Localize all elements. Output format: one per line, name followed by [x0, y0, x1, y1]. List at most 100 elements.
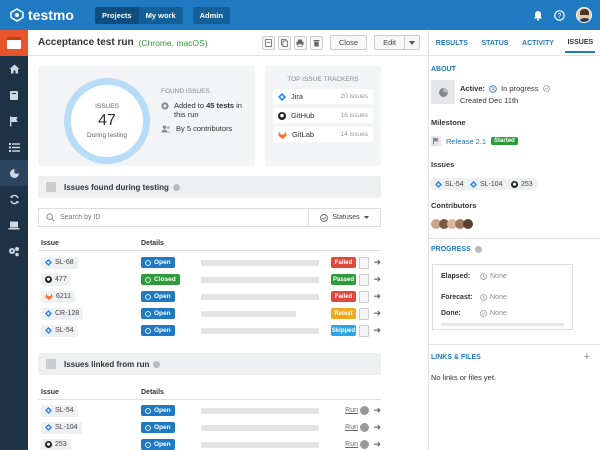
sidebar-project-icon[interactable] — [0, 30, 28, 56]
tab-issues[interactable]: ISSUES — [565, 34, 596, 53]
issue-chip[interactable]: SL-54 — [41, 324, 78, 337]
sidebar-item-runs[interactable] — [0, 134, 28, 160]
test-document-icon[interactable] — [359, 324, 369, 337]
arrow-right-icon[interactable]: ➜ — [373, 439, 381, 450]
tab-activity[interactable]: ACTIVITY — [520, 35, 556, 52]
tracker-row-gitlab[interactable]: GitLab 14 issues — [273, 127, 373, 142]
progress-box: Elapsed: None Forecast: None Done: None — [432, 264, 573, 330]
sidebar-item-milestones[interactable] — [0, 108, 28, 134]
run-link[interactable]: Run — [345, 407, 358, 414]
svg-text:?: ? — [558, 13, 562, 20]
test-document-icon[interactable] — [359, 273, 369, 286]
arrow-right-icon[interactable]: ➜ — [373, 325, 381, 336]
copy-icon — [280, 38, 288, 47]
sidebar-item-sessions[interactable] — [0, 212, 28, 238]
info-icon[interactable] — [153, 360, 161, 368]
issue-chip[interactable]: SL-54 — [41, 404, 78, 417]
progress-heading: PROGRESS — [431, 246, 482, 253]
nav-admin-button[interactable]: Admin — [192, 6, 230, 24]
linked-issue-row[interactable]: 253 Open Run ➜ — [38, 437, 381, 450]
issue-chip[interactable]: 6211 — [41, 290, 76, 303]
issue-chip[interactable]: CR-128 — [41, 307, 84, 320]
info-icon[interactable] — [474, 246, 482, 253]
search-input[interactable] — [60, 210, 340, 225]
arrow-right-icon[interactable]: ➜ — [373, 405, 381, 416]
statuses-filter[interactable]: Statuses — [308, 209, 380, 226]
issue-status-badge: Open — [141, 439, 175, 450]
tracker-row-jira[interactable]: Jira 20 issues — [273, 89, 373, 104]
milestone-link[interactable]: Release 2.1 — [446, 137, 486, 146]
found-issue-row[interactable]: SL-54 Open Skipped ➜ — [38, 323, 381, 338]
bell-icon[interactable] — [533, 10, 543, 21]
test-document-icon[interactable] — [359, 256, 369, 269]
milestone-row: Release 2.1 Started — [431, 136, 518, 146]
nav-projects-button[interactable]: Projects — [95, 6, 139, 24]
test-document-icon[interactable] — [359, 290, 369, 303]
side-issue-chip[interactable]: SL-104 — [466, 178, 507, 190]
linked-issue-row[interactable]: SL-54 Open Run ➜ — [38, 403, 381, 418]
found-issue-row[interactable]: SL-68 Open Failed ➜ — [38, 255, 381, 270]
sidebar-item-repository[interactable] — [0, 82, 28, 108]
found-issue-row[interactable]: 477 Closed Passed ➜ — [38, 272, 381, 287]
tab-status[interactable]: STATUS — [480, 35, 511, 52]
tracker-row-github[interactable]: GitHub 16 issues — [273, 108, 373, 123]
side-issue-id: 253 — [521, 180, 533, 188]
edit-dropdown-button[interactable] — [404, 35, 420, 50]
links-heading: LINKS & FILES — [431, 354, 481, 361]
run-link[interactable]: Run — [345, 441, 358, 448]
linked-issues-section-header: Issues linked from run — [38, 353, 381, 375]
found-issue-row[interactable]: 6211 Open Failed ➜ — [38, 289, 381, 304]
side-issue-chip[interactable]: SL-54 — [431, 178, 468, 190]
sidebar-item-home[interactable] — [0, 56, 28, 82]
arrow-right-icon[interactable]: ➜ — [373, 291, 381, 302]
issue-chip[interactable]: SL-68 — [41, 256, 78, 269]
col-issue: Issue — [41, 389, 59, 396]
result-badge: Passed — [331, 274, 356, 285]
issue-id: SL-54 — [55, 407, 74, 414]
delete-button[interactable] — [309, 35, 323, 50]
page-subtitle: (Chrome, macOS) — [138, 37, 208, 48]
contributors-label: Contributors — [431, 201, 477, 210]
arrow-right-icon[interactable]: ➜ — [373, 422, 381, 433]
document-icon — [264, 38, 272, 47]
help-icon[interactable]: ? — [554, 9, 565, 21]
arrow-right-icon[interactable]: ➜ — [373, 274, 381, 285]
contributor-avatar[interactable] — [463, 219, 473, 229]
user-avatar[interactable] — [576, 7, 592, 23]
issue-chip[interactable]: 253 — [41, 438, 71, 450]
sidebar-item-settings[interactable] — [0, 238, 28, 264]
added-suffix2: this run — [174, 110, 199, 119]
tab-results[interactable]: RESULTS — [434, 35, 470, 52]
run-link[interactable]: Run — [345, 424, 358, 431]
issues-label: Issues — [431, 160, 455, 169]
issue-status-badge: Open — [141, 405, 175, 416]
report-button[interactable] — [261, 35, 275, 50]
arrow-right-icon[interactable]: ➜ — [373, 257, 381, 268]
copy-button[interactable] — [277, 35, 291, 50]
issue-status-badge: Open — [141, 325, 175, 336]
printer-icon — [296, 39, 304, 47]
tracker-count: 14 issues — [340, 131, 368, 138]
trash-icon — [313, 39, 320, 46]
edit-button[interactable]: Edit — [374, 35, 404, 50]
nav-mywork-button[interactable]: My work — [139, 7, 183, 24]
sidebar-item-reports[interactable] — [0, 160, 28, 186]
info-icon[interactable] — [172, 183, 180, 191]
brand-logo[interactable]: testmo — [10, 7, 85, 23]
arrow-right-icon[interactable]: ➜ — [373, 308, 381, 319]
print-button[interactable] — [293, 35, 307, 50]
issue-chip[interactable]: 477 — [41, 273, 71, 286]
sidebar-item-automation[interactable] — [0, 186, 28, 212]
add-link-button[interactable]: + — [584, 351, 590, 363]
github-icon — [45, 441, 52, 448]
close-run-button[interactable]: Close — [329, 35, 368, 50]
jira-icon — [278, 92, 286, 101]
issue-chip[interactable]: SL-104 — [41, 421, 82, 434]
side-issue-chip[interactable]: 253 — [507, 178, 537, 190]
contributors-prefix: By — [176, 124, 187, 133]
linked-issue-row[interactable]: SL-104 Open Run ➜ — [38, 420, 381, 435]
test-document-icon[interactable] — [359, 307, 369, 320]
list-icon — [8, 142, 20, 152]
found-issue-row[interactable]: CR-128 Open Retest ➜ — [38, 306, 381, 321]
status-circle-icon — [145, 293, 151, 300]
